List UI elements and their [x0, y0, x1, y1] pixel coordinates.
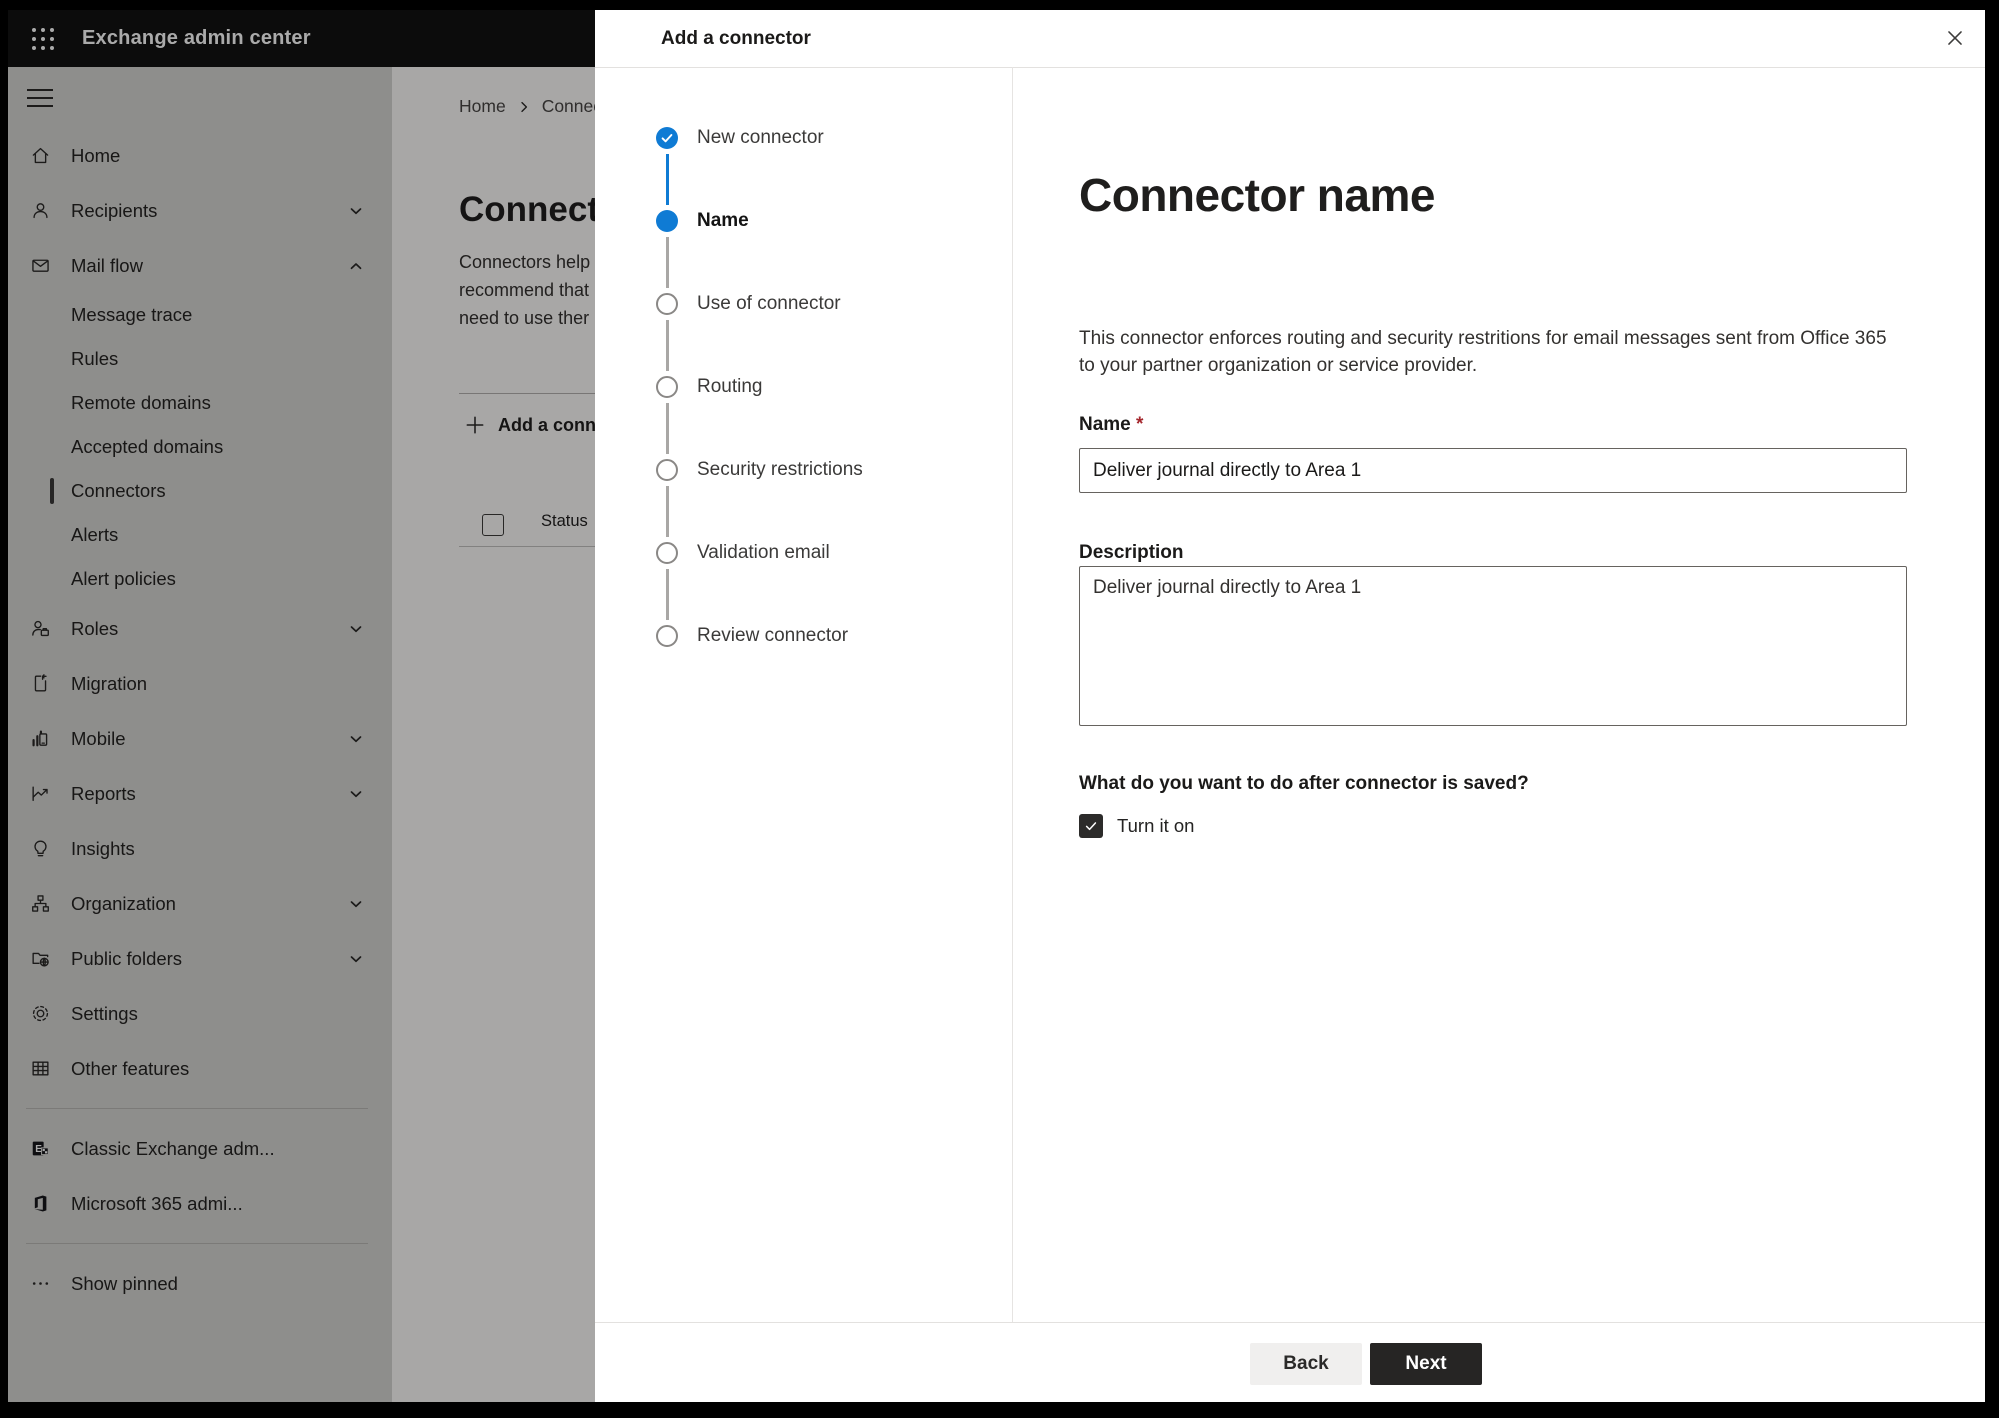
- turn-it-on-checkbox-row[interactable]: Turn it on: [1079, 814, 1194, 838]
- back-button[interactable]: Back: [1250, 1343, 1362, 1385]
- screenshot-stage: Exchange admin center Home Recipients Ma…: [0, 0, 1999, 1418]
- step-todo-dot: [656, 625, 678, 647]
- name-input[interactable]: [1079, 448, 1907, 493]
- app-window: Exchange admin center Home Recipients Ma…: [8, 10, 1985, 1402]
- description-field-label: Description: [1079, 542, 1184, 563]
- wizard-steps: New connector Name Use of connector Rout…: [656, 127, 986, 708]
- step-current-dot: [656, 210, 678, 232]
- form-title: Connector name: [1079, 169, 1435, 221]
- checked-checkbox-icon[interactable]: [1079, 814, 1103, 838]
- add-connector-dialog: Add a connector New connector Name Use o…: [595, 10, 1985, 1402]
- dialog-header: Add a connector: [595, 10, 1985, 68]
- step-connector-line: [665, 486, 669, 537]
- dialog-footer: Back Next: [595, 1322, 1985, 1402]
- step-validation-email[interactable]: Validation email: [656, 542, 986, 625]
- step-review-connector[interactable]: Review connector: [656, 625, 986, 708]
- step-connector-line: [665, 237, 669, 288]
- description-textarea[interactable]: Deliver journal directly to Area 1: [1079, 566, 1907, 726]
- step-todo-dot: [656, 293, 678, 315]
- step-new-connector[interactable]: New connector: [656, 127, 986, 210]
- step-todo-dot: [656, 542, 678, 564]
- step-security-restrictions[interactable]: Security restrictions: [656, 459, 986, 542]
- step-use-of-connector[interactable]: Use of connector: [656, 293, 986, 376]
- turn-it-on-label: Turn it on: [1117, 815, 1195, 836]
- step-connector-line: [665, 154, 669, 205]
- step-todo-dot: [656, 376, 678, 398]
- required-asterisk: *: [1136, 414, 1144, 435]
- close-icon[interactable]: [1939, 22, 1971, 54]
- after-save-question: What do you want to do after connector i…: [1079, 773, 1529, 794]
- step-todo-dot: [656, 459, 678, 481]
- form-description: This connector enforces routing and secu…: [1079, 328, 1887, 376]
- step-check-icon: [656, 127, 678, 149]
- step-connector-line: [665, 403, 669, 454]
- dialog-title: Add a connector: [661, 27, 811, 49]
- name-field-label: Name *: [1079, 414, 1144, 435]
- step-connector-line: [665, 320, 669, 371]
- steps-form-divider: [1012, 67, 1013, 1323]
- step-connector-line: [665, 569, 669, 620]
- step-routing[interactable]: Routing: [656, 376, 986, 459]
- step-name[interactable]: Name: [656, 210, 986, 293]
- next-button[interactable]: Next: [1370, 1343, 1482, 1385]
